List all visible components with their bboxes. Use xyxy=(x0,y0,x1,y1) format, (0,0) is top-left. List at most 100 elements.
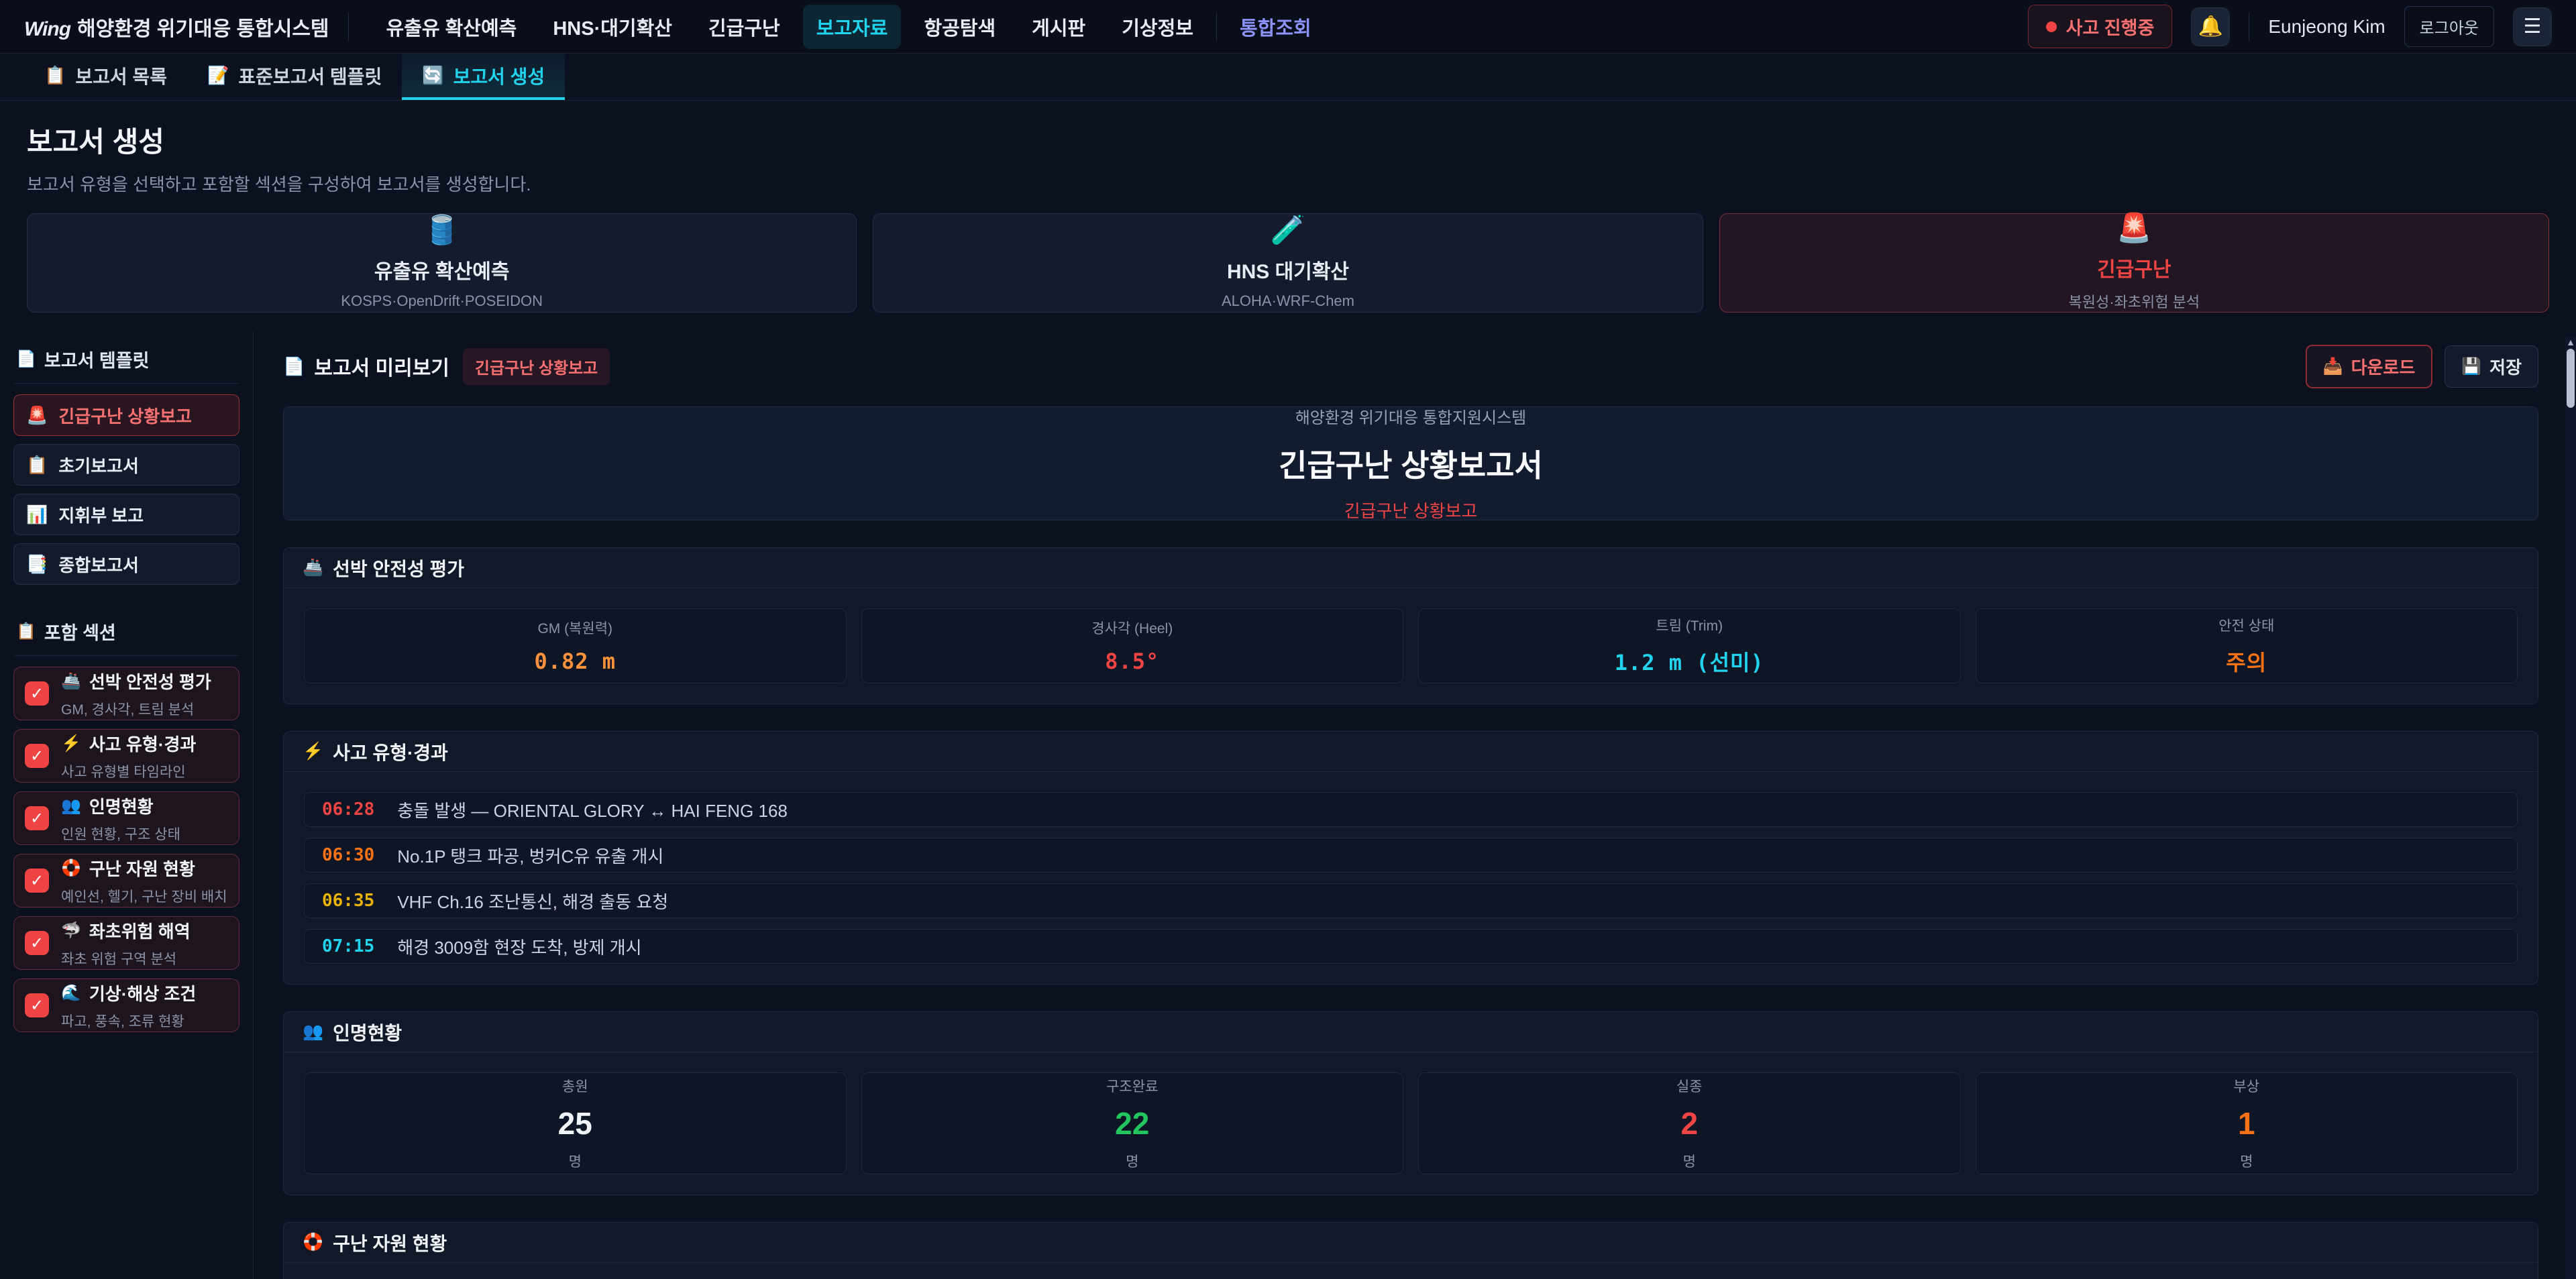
tab-report-generate[interactable]: 🔄 보고서 생성 xyxy=(402,54,565,100)
metric-value: 8.5° xyxy=(1105,649,1159,674)
section-header: 선박 안전성 평가 xyxy=(333,555,464,581)
download-button[interactable]: 📥 다운로드 xyxy=(2306,345,2433,388)
checkbox-checked[interactable]: ✓ xyxy=(25,993,49,1017)
section-rescue-resources: 🛟 구난 자원 현황 유형 선박/장비명 도착예정 상태 xyxy=(283,1222,2538,1279)
stat-value: 1 xyxy=(2238,1105,2255,1142)
save-button[interactable]: 💾 저장 xyxy=(2445,345,2538,388)
notifications-button[interactable]: 🔔 xyxy=(2191,7,2230,46)
nav-item-weather[interactable]: 기상정보 xyxy=(1108,5,1207,49)
hamburger-menu-button[interactable]: ☰ xyxy=(2513,7,2552,46)
lightning-icon: ⚡ xyxy=(61,734,81,753)
template-label: 종합보고서 xyxy=(58,552,139,577)
logout-button[interactable]: 로그아웃 xyxy=(2404,6,2494,47)
metric-label: GM (복원력) xyxy=(537,618,612,638)
card-subtitle: KOSPS·OpenDrift·POSEIDON xyxy=(341,292,543,310)
checkbox-checked[interactable]: ✓ xyxy=(25,744,49,768)
tab-label: 보고서 생성 xyxy=(453,62,545,89)
stat-unit: 명 xyxy=(2240,1151,2253,1171)
wave-icon: 🌊 xyxy=(61,983,81,1003)
save-label: 저장 xyxy=(2489,354,2522,379)
section-title: 구난 자원 현황 xyxy=(89,856,195,881)
nav-item-hns[interactable]: HNS·대기확산 xyxy=(539,5,686,49)
template-item-initial-report[interactable]: 📋 초기보고서 xyxy=(13,444,239,486)
section-accident-timeline: ⚡ 사고 유형·경과 06:28 충돌 발생 — ORIENTAL GLORY … xyxy=(283,731,2538,985)
incident-status-badge: 사고 진행중 xyxy=(2028,5,2173,48)
document-icon: 📄 xyxy=(283,356,305,377)
event-time: 07:15 xyxy=(322,936,374,956)
report-type-hns[interactable]: 🧪 HNS 대기확산 ALOHA·WRF-Chem xyxy=(873,213,1703,313)
page-title: 보고서 생성 xyxy=(27,119,2549,160)
nav-item-air-search[interactable]: 항공탐색 xyxy=(910,5,1009,49)
report-tabbar: 📋 보고서 목록 📝 표준보고서 템플릿 🔄 보고서 생성 xyxy=(0,54,2576,101)
section-desc: 인원 현황, 구조 상태 xyxy=(61,824,180,844)
section-toggle-rescue-resources[interactable]: ✓ 🛟구난 자원 현황 예인선, 헬기, 구난 장비 배치 xyxy=(13,854,239,907)
report-title: 긴급구난 상황보고서 xyxy=(1279,441,1543,486)
nav-item-oil-spill[interactable]: 유출유 확산예측 xyxy=(373,5,531,49)
tab-report-templates[interactable]: 📝 표준보고서 템플릿 xyxy=(187,54,402,100)
checkbox-checked[interactable]: ✓ xyxy=(25,806,49,830)
timeline-event: 07:15 해경 3009함 현장 도착, 방제 개시 xyxy=(304,929,2518,964)
section-toggle-casualties[interactable]: ✓ 👥인명현황 인원 현황, 구조 상태 xyxy=(13,791,239,845)
checkbox-checked[interactable]: ✓ xyxy=(25,931,49,955)
stat-value: 25 xyxy=(558,1105,592,1142)
life-buoy-icon: 🛟 xyxy=(303,1233,323,1252)
report-type-rescue[interactable]: 🚨 긴급구난 복원성·좌초위험 분석 xyxy=(1719,213,2549,313)
metric-label: 경사각 (Heel) xyxy=(1091,618,1173,638)
test-tube-icon: 🧪 xyxy=(1271,216,1305,244)
section-title: 사고 유형·경과 xyxy=(89,731,196,756)
templates-header-label: 보고서 템플릿 xyxy=(44,346,150,372)
clipboard-icon: 📋 xyxy=(26,455,48,476)
stat-unit: 명 xyxy=(569,1151,582,1171)
section-toggle-accident-timeline[interactable]: ✓ ⚡사고 유형·경과 사고 유형별 타임라인 xyxy=(13,729,239,783)
vertical-scrollbar[interactable]: ▲ ▼ xyxy=(2565,337,2576,1279)
sidebar: 📄 보고서 템플릿 🚨 긴급구난 상황보고 📋 초기보고서 📊 지휘부 보고 📑… xyxy=(13,331,254,1279)
report-preview-panel: 📄 보고서 미리보기 긴급구난 상황보고 📥 다운로드 💾 저장 해양환경 위기… xyxy=(254,331,2576,1279)
report-type-cards: 🛢️ 유출유 확산예측 KOSPS·OpenDrift·POSEIDON 🧪 H… xyxy=(0,213,2576,313)
event-time: 06:28 xyxy=(322,799,374,820)
section-desc: GM, 경사각, 트림 분석 xyxy=(61,699,211,719)
scrollbar-thumb[interactable] xyxy=(2567,349,2575,408)
section-toggle-grounding-risk[interactable]: ✓ 🦈좌초위험 해역 좌초 위험 구역 분석 xyxy=(13,916,239,970)
ship-icon: 🚢 xyxy=(61,671,81,691)
scroll-up-arrow[interactable]: ▲ xyxy=(2565,337,2576,347)
event-text: 충돌 발생 — ORIENTAL GLORY ↔ HAI FENG 168 xyxy=(397,797,788,822)
preview-title: 보고서 미리보기 xyxy=(314,351,449,381)
section-ship-stability: 🚢 선박 안전성 평가 GM (복원력) 0.82 m 경사각 (Heel) 8… xyxy=(283,547,2538,704)
checkbox-checked[interactable]: ✓ xyxy=(25,681,49,706)
section-title: 좌초위험 해역 xyxy=(89,918,191,943)
metric-value: 0.82 m xyxy=(534,649,616,674)
stat-label: 총원 xyxy=(562,1076,588,1096)
template-item-emergency-report[interactable]: 🚨 긴급구난 상황보고 xyxy=(13,394,239,436)
template-label: 지휘부 보고 xyxy=(58,502,144,527)
tab-report-list[interactable]: 📋 보고서 목록 xyxy=(24,54,187,100)
event-time: 06:35 xyxy=(322,891,374,911)
status-dot-icon xyxy=(2046,21,2057,32)
section-toggle-weather-sea[interactable]: ✓ 🌊기상·해상 조건 파고, 풍속, 조류 현황 xyxy=(13,979,239,1032)
incident-status-label: 사고 진행중 xyxy=(2066,13,2155,40)
report-type-oil-spill[interactable]: 🛢️ 유출유 확산예측 KOSPS·OpenDrift·POSEIDON xyxy=(27,213,857,313)
bookmark-tabs-icon: 📑 xyxy=(26,554,48,575)
nav-item-integrated-search[interactable]: 통합조회 xyxy=(1226,5,1325,49)
stat-value: 2 xyxy=(1680,1105,1698,1142)
nav-item-rescue[interactable]: 긴급구난 xyxy=(695,5,794,49)
page-header: 보고서 생성 보고서 유형을 선택하고 포함할 섹션을 구성하여 보고서를 생성… xyxy=(0,101,2576,196)
siren-icon: 🚨 xyxy=(26,405,48,426)
nav-item-board[interactable]: 게시판 xyxy=(1018,5,1099,49)
top-nav: Wing 해양환경 위기대응 통합시스템 유출유 확산예측 HNS·대기확산 긴… xyxy=(0,0,2576,54)
page-subtitle: 보고서 유형을 선택하고 포함할 섹션을 구성하여 보고서를 생성합니다. xyxy=(27,171,2549,196)
divider xyxy=(348,13,349,41)
metric-label: 안전 상태 xyxy=(2218,615,2274,635)
template-item-command-report[interactable]: 📊 지휘부 보고 xyxy=(13,494,239,535)
stat-rescued: 구조완료 22 명 xyxy=(861,1072,1404,1174)
event-text: VHF Ch.16 조난통신, 해경 출동 요청 xyxy=(397,889,668,913)
template-label: 긴급구난 상황보고 xyxy=(58,403,192,428)
nav-item-reports[interactable]: 보고자료 xyxy=(803,5,902,49)
section-toggle-ship-stability[interactable]: ✓ 🚢선박 안전성 평가 GM, 경사각, 트림 분석 xyxy=(13,667,239,720)
section-header: 구난 자원 현황 xyxy=(333,1229,447,1256)
tab-label: 표준보고서 템플릿 xyxy=(238,62,382,89)
lightning-icon: ⚡ xyxy=(303,742,323,761)
template-item-comprehensive-report[interactable]: 📑 종합보고서 xyxy=(13,543,239,585)
report-list-icon: 📋 xyxy=(44,65,66,86)
checkbox-checked[interactable]: ✓ xyxy=(25,869,49,893)
logo-mark: Wing xyxy=(24,18,70,41)
